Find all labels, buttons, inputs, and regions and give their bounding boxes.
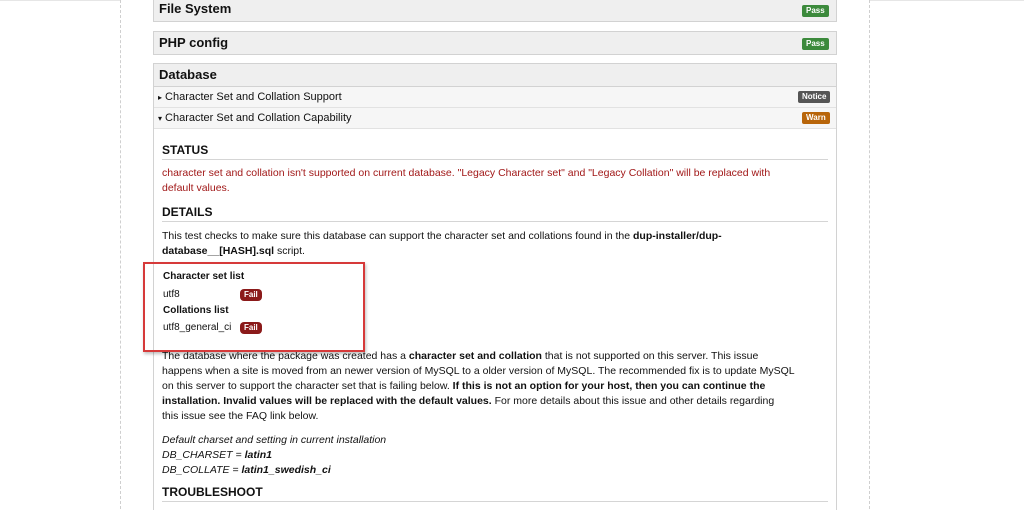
row-label: ▸ Character Set and Collation Support — [158, 91, 342, 103]
explanation-bold: installation. Invalid values will be rep… — [162, 395, 492, 407]
explanation-text: on this server to support the character … — [162, 380, 453, 392]
row-label-text: Character Set and Collation Capability — [165, 112, 352, 124]
details-heading: DETAILS — [162, 205, 828, 222]
section-title: PHP config — [159, 35, 229, 50]
default-intro: Default charset and setting in current i… — [162, 434, 387, 446]
status-line-2: default values. — [162, 182, 230, 194]
explanation-line-5: this issue see the FAQ link below. — [162, 410, 319, 422]
default-collate: DB_COLLATE = latin1_swedish_ci — [162, 463, 826, 478]
details-line-2: database__[HASH].sql script. — [162, 244, 826, 259]
status-line-1: character set and collation isn't suppor… — [162, 167, 771, 179]
row-label-text: Character Set and Collation Support — [165, 91, 342, 103]
section-file-system[interactable]: File System Pass — [153, 0, 837, 22]
explanation-bold: character set and collation — [408, 350, 542, 362]
details-file-path: dup-installer/dup- — [633, 230, 722, 242]
row-label: ▾ Character Set and Collation Capability — [158, 112, 352, 124]
explanation-line-3: on this server to support the character … — [162, 379, 826, 394]
status-badge-pass: Pass — [802, 5, 829, 17]
status-heading: STATUS — [162, 143, 828, 160]
explanation-text: that is not supported on this server. Th… — [541, 350, 759, 362]
caret-right-icon: ▸ — [158, 93, 163, 102]
section-title: File System — [159, 1, 232, 16]
section-php-config[interactable]: PHP config Pass — [153, 31, 837, 55]
explanation-line-2: happens when a site is moved from an new… — [162, 365, 795, 377]
status-badge-warn: Warn — [802, 112, 830, 124]
status-badge-pass: Pass — [802, 38, 829, 50]
database-header[interactable]: Database — [154, 64, 836, 87]
installer-panel: File System Pass PHP config Pass Databas… — [120, 0, 870, 510]
default-charset: DB_CHARSET = latin1 — [162, 448, 826, 463]
details-text: This test checks to make sure this datab… — [162, 230, 634, 242]
row-charset-capability[interactable]: ▾ Character Set and Collation Capability … — [154, 108, 836, 129]
setting-value: latin1_swedish_ci — [241, 464, 331, 476]
troubleshoot-heading: TROUBLESHOOT — [162, 485, 828, 502]
caret-down-icon: ▾ — [158, 114, 163, 123]
explanation-bold: If this is not an option for your host, … — [452, 380, 766, 392]
setting-key: DB_COLLATE = — [162, 464, 242, 476]
status-badge-notice: Notice — [798, 91, 831, 103]
explanation-line-4: installation. Invalid values will be rep… — [162, 394, 826, 409]
section-title: Database — [159, 67, 217, 82]
row-charset-support[interactable]: ▸ Character Set and Collation Support Not… — [154, 87, 836, 108]
highlight-annotation — [143, 262, 365, 352]
details-text: script. — [274, 245, 305, 257]
details-line-1: This test checks to make sure this datab… — [162, 229, 826, 244]
setting-key: DB_CHARSET = — [162, 449, 245, 461]
details-file-name: database__[HASH].sql — [162, 245, 275, 257]
explanation-text: For more details about this issue and ot… — [491, 395, 775, 407]
setting-value: latin1 — [244, 449, 273, 461]
